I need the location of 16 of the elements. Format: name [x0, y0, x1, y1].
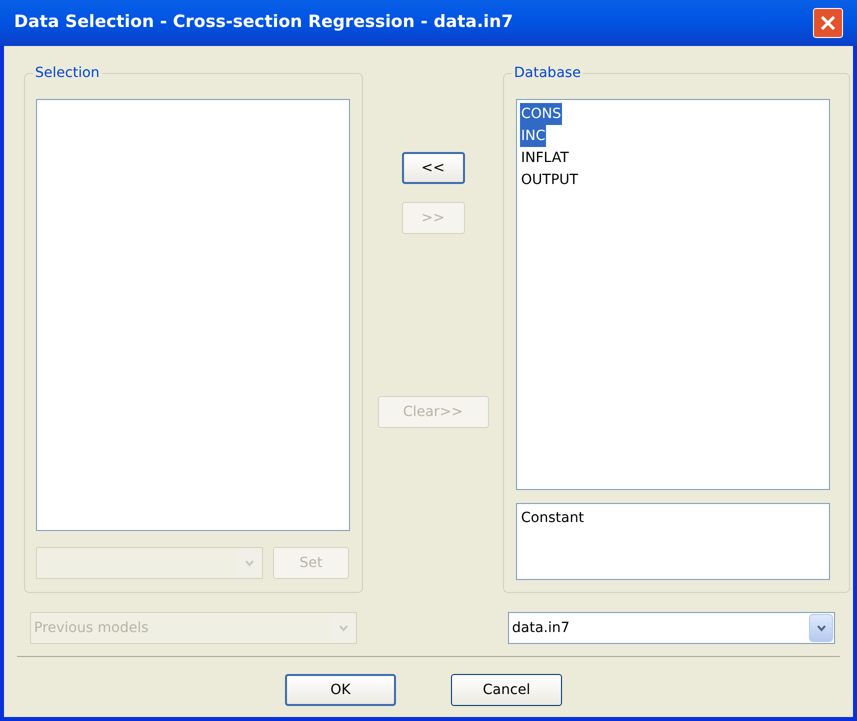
- database-list[interactable]: CONS INC INFLAT OUTPUT: [516, 99, 830, 490]
- push-button[interactable]: <<: [402, 152, 464, 184]
- database-dropdown[interactable]: data.in7: [508, 612, 835, 644]
- list-item[interactable]: OUTPUT: [520, 169, 580, 191]
- list-item[interactable]: INC: [520, 125, 546, 147]
- push-button[interactable]: OK: [285, 674, 396, 706]
- close-button[interactable]: [813, 8, 843, 38]
- close-icon: [819, 14, 837, 32]
- window-title: Data Selection - Cross-section Regression - data.in7: [14, 11, 514, 34]
- list-item[interactable]: CONS: [520, 103, 562, 125]
- list-item[interactable]: INFLAT: [520, 147, 570, 169]
- special-list[interactable]: Constant: [516, 503, 830, 580]
- dropdown-field[interactable]: [36, 547, 263, 579]
- list-item[interactable]: Constant: [521, 508, 584, 528]
- selection-list[interactable]: [36, 99, 350, 531]
- push-button[interactable]: Cancel: [451, 674, 562, 706]
